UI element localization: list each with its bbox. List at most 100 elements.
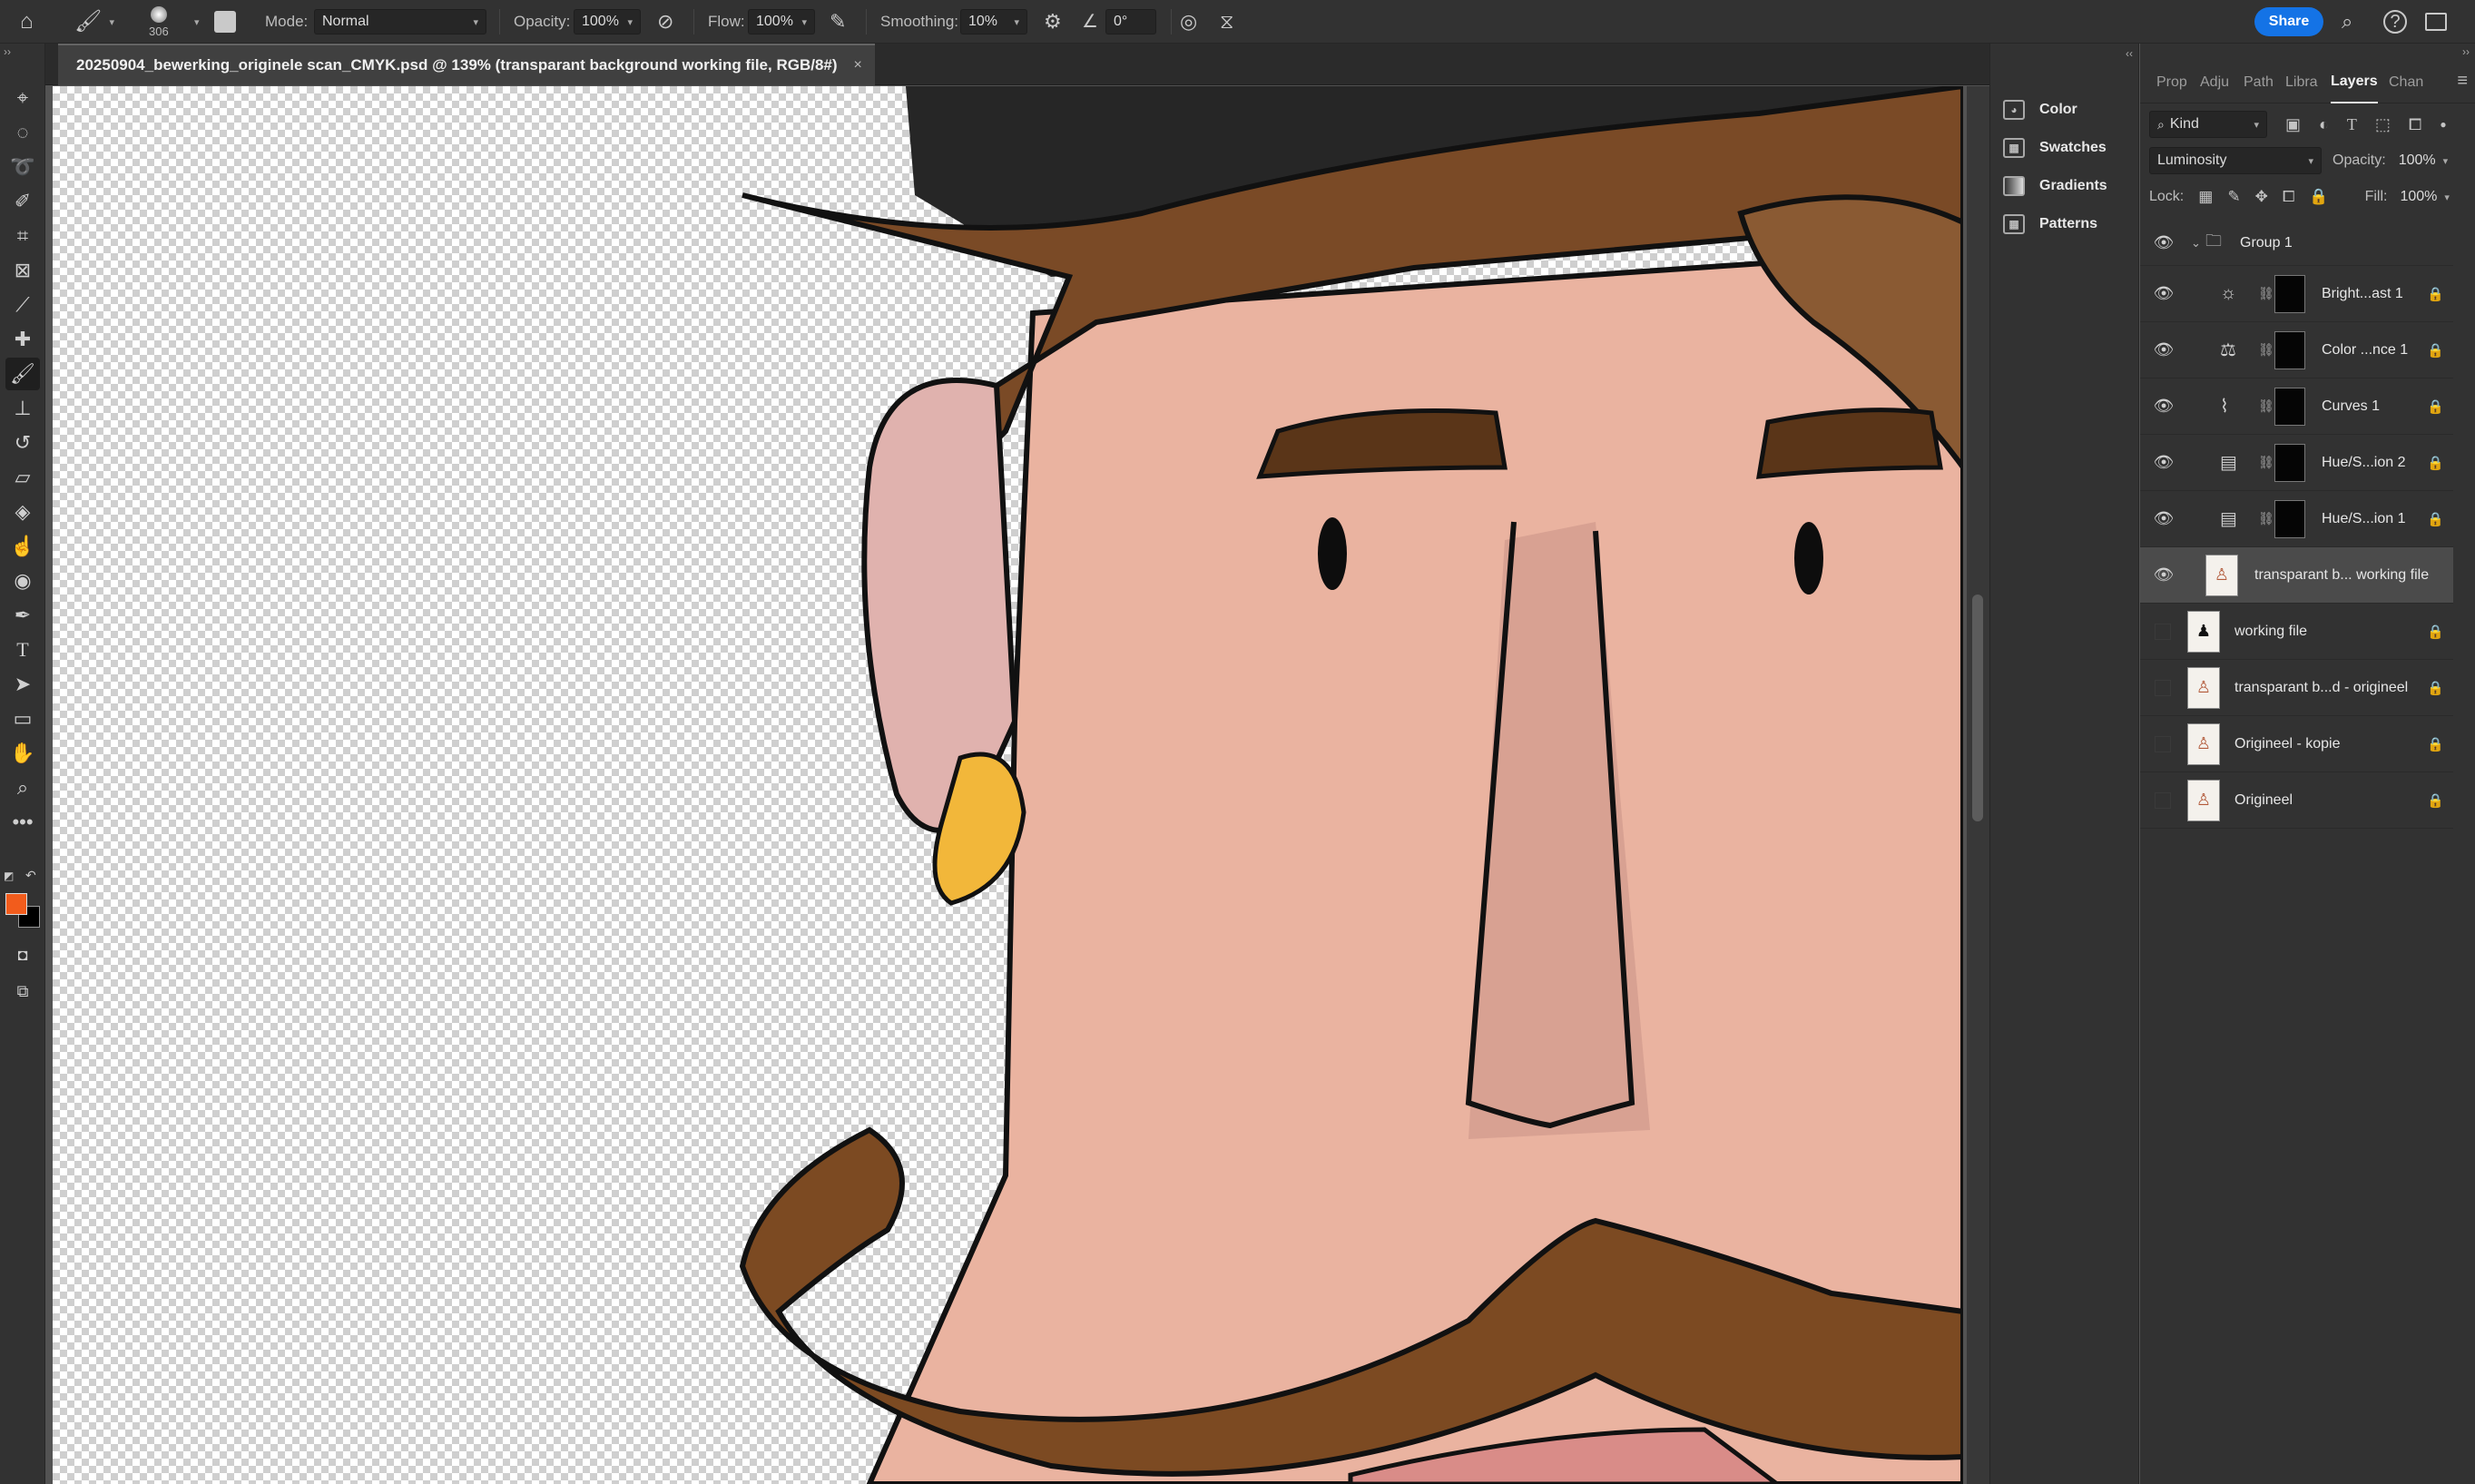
- tab-layers[interactable]: Layers: [2331, 62, 2378, 103]
- marquee-tool[interactable]: ◌: [5, 116, 40, 149]
- close-icon[interactable]: ×: [854, 57, 862, 74]
- clone-stamp-tool[interactable]: ⊥: [5, 392, 40, 425]
- layer-row-group[interactable]: 👁 ⌄ 🗀 Group 1: [2140, 221, 2453, 266]
- brush-tool[interactable]: 🖌: [5, 358, 40, 390]
- rectangle-tool[interactable]: ▭: [5, 703, 40, 735]
- link-icon[interactable]: ⛓: [2258, 511, 2274, 526]
- eyedropper-tool[interactable]: ⟋: [5, 289, 40, 321]
- workspace-button[interactable]: [2425, 0, 2447, 44]
- layer-thumbnail[interactable]: ♙: [2187, 722, 2220, 765]
- lock-image-pixels-icon[interactable]: ✎: [2227, 188, 2240, 206]
- visibility-eye-icon[interactable]: 👁: [2153, 283, 2175, 305]
- pressure-size-toggle[interactable]: ◎: [1180, 0, 1197, 44]
- move-tool[interactable]: ⌖: [5, 82, 40, 114]
- dodge-tool[interactable]: ◉: [5, 565, 40, 597]
- lock-position-icon[interactable]: ✥: [2255, 188, 2268, 206]
- swap-colors-icon[interactable]: ↶: [25, 868, 36, 883]
- pixel-filter-icon[interactable]: ▣: [2285, 115, 2301, 134]
- canvas[interactable]: [53, 86, 1963, 1484]
- smoothing-input[interactable]: 10% ▾: [960, 9, 1027, 34]
- lasso-tool[interactable]: ➰: [5, 151, 40, 183]
- brush-settings-toggle[interactable]: [214, 0, 236, 44]
- zoom-tool[interactable]: ⌕: [5, 771, 40, 804]
- tab-channels[interactable]: Chan: [2389, 62, 2423, 103]
- layer-row-pixel[interactable]: ♙ Origineel 🔒: [2140, 772, 2453, 829]
- visibility-toggle[interactable]: [2155, 791, 2171, 809]
- brush-angle-input[interactable]: 0°: [1105, 9, 1156, 34]
- layer-thumbnail[interactable]: ♙: [2205, 554, 2238, 596]
- visibility-toggle[interactable]: [2155, 623, 2171, 640]
- layer-row-adjustment[interactable]: 👁 ⚖ ⛓ Color ...nce 1 🔒: [2140, 322, 2453, 378]
- layer-thumbnail[interactable]: ♟: [2187, 610, 2220, 653]
- link-icon[interactable]: ⛓: [2258, 342, 2274, 358]
- tab-properties[interactable]: Prop: [2156, 62, 2187, 103]
- tab-paths[interactable]: Path: [2244, 62, 2274, 103]
- canvas-vertical-scrollbar[interactable]: [1967, 86, 1989, 1484]
- pen-tool[interactable]: ✒: [5, 599, 40, 632]
- layer-row-adjustment[interactable]: 👁 ▤ ⛓ Hue/S...ion 1 🔒: [2140, 491, 2453, 547]
- dock-item-swatches[interactable]: ▦ Swatches: [2003, 131, 2107, 165]
- lock-all-icon[interactable]: 🔒: [2309, 188, 2328, 206]
- layer-row-pixel[interactable]: ♟ working file 🔒: [2140, 604, 2453, 660]
- layer-mask-thumbnail[interactable]: [2274, 443, 2305, 482]
- smart-object-filter-icon[interactable]: ⧠: [2409, 115, 2421, 134]
- dock-item-patterns[interactable]: ▦ Patterns: [2003, 207, 2097, 241]
- layer-row-pixel-selected[interactable]: 👁 ♙ transparant b... working file: [2140, 547, 2453, 604]
- smudge-tool[interactable]: ☝: [5, 530, 40, 563]
- layer-thumbnail[interactable]: ♙: [2187, 779, 2220, 821]
- eraser-tool[interactable]: ▱: [5, 461, 40, 494]
- adjustment-filter-icon[interactable]: ◐: [2319, 115, 2329, 134]
- fill-input[interactable]: 100% ▾: [2392, 184, 2450, 210]
- shape-filter-icon[interactable]: ⬚: [2375, 115, 2391, 134]
- layer-filter-kind-select[interactable]: ⌕ Kind ▾: [2149, 111, 2267, 138]
- layer-row-pixel[interactable]: ♙ transparant b...d - origineel 🔒: [2140, 660, 2453, 716]
- quick-selection-tool[interactable]: ✐: [5, 185, 40, 218]
- mode-select[interactable]: Normal ▾: [314, 9, 486, 34]
- blend-mode-select[interactable]: Luminosity ▾: [2149, 147, 2322, 174]
- crop-tool[interactable]: ⌗: [5, 220, 40, 252]
- hand-tool[interactable]: ✋: [5, 737, 40, 770]
- symmetry-button[interactable]: ⧖: [1220, 0, 1233, 44]
- screen-mode-button[interactable]: ⧉: [5, 975, 40, 1007]
- more-tools-button[interactable]: •••: [5, 806, 40, 839]
- visibility-eye-icon[interactable]: 👁: [2153, 452, 2175, 474]
- chevron-down-icon[interactable]: ▾: [194, 16, 200, 28]
- tab-libraries[interactable]: Libra: [2285, 62, 2318, 103]
- share-button[interactable]: Share: [2254, 7, 2323, 36]
- layer-mask-thumbnail[interactable]: [2274, 330, 2305, 369]
- layer-thumbnail[interactable]: ♙: [2187, 666, 2220, 709]
- visibility-eye-icon[interactable]: 👁: [2153, 339, 2175, 361]
- layer-opacity-input[interactable]: 100% ▾: [2392, 148, 2450, 173]
- brush-size-picker[interactable]: 306: [149, 0, 169, 44]
- lock-transparent-pixels-icon[interactable]: ▦: [2198, 188, 2213, 206]
- frame-tool[interactable]: ⊠: [5, 254, 40, 287]
- layer-row-pixel[interactable]: ♙ Origineel - kopie 🔒: [2140, 716, 2453, 772]
- layer-row-adjustment[interactable]: 👁 ▤ ⛓ Hue/S...ion 2 🔒: [2140, 435, 2453, 491]
- search-button[interactable]: ⌕: [2342, 0, 2352, 44]
- visibility-toggle[interactable]: [2155, 735, 2171, 752]
- collapse-dock-icon[interactable]: ‹‹: [2126, 47, 2133, 60]
- dock-item-color[interactable]: ◕ Color: [2003, 93, 2077, 127]
- visibility-eye-icon[interactable]: 👁: [2153, 565, 2175, 586]
- home-button[interactable]: ⌂: [20, 0, 34, 44]
- foreground-color-swatch[interactable]: [5, 893, 27, 915]
- scrollbar-thumb[interactable]: [1972, 595, 1983, 821]
- layer-mask-thumbnail[interactable]: [2274, 499, 2305, 538]
- collapse-panel-icon[interactable]: ››: [2462, 45, 2470, 58]
- type-tool[interactable]: T: [5, 634, 40, 666]
- link-icon[interactable]: ⛓: [2258, 398, 2274, 414]
- healing-brush-tool[interactable]: ✚: [5, 323, 40, 356]
- opacity-input[interactable]: 100% ▾: [574, 9, 641, 34]
- paint-bucket-tool[interactable]: ◈: [5, 496, 40, 528]
- visibility-toggle[interactable]: [2155, 679, 2171, 696]
- tab-adjustments[interactable]: Adju: [2200, 62, 2229, 103]
- help-button[interactable]: ?: [2383, 0, 2407, 44]
- dock-item-gradients[interactable]: Gradients: [2003, 169, 2107, 203]
- collapse-icon[interactable]: ››: [4, 45, 11, 58]
- link-icon[interactable]: ⛓: [2258, 455, 2274, 470]
- layer-row-adjustment[interactable]: 👁 ⌇ ⛓ Curves 1 🔒: [2140, 378, 2453, 435]
- airbrush-toggle[interactable]: ✎: [830, 0, 846, 44]
- type-filter-icon[interactable]: T: [2347, 115, 2357, 134]
- layer-mask-thumbnail[interactable]: [2274, 274, 2305, 313]
- default-colors-icon[interactable]: ◩: [4, 870, 14, 882]
